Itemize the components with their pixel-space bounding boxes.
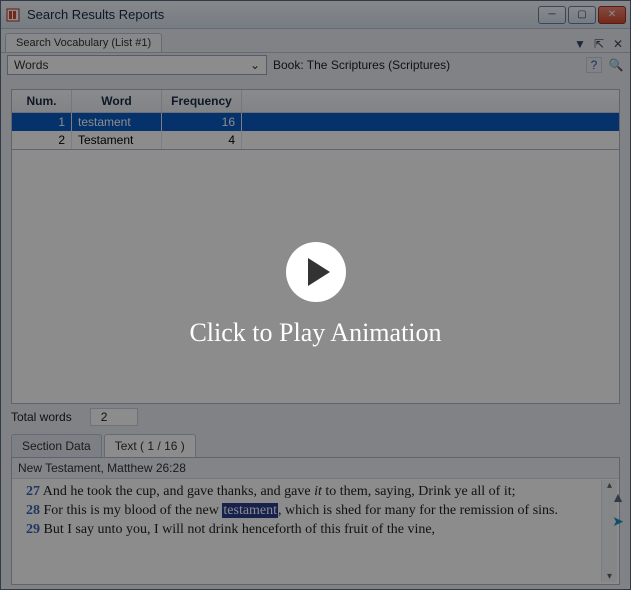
app-window: Search Results Reports ─ ▢ ✕ Search Voca… — [0, 0, 631, 590]
table-row[interactable]: 1 testament 16 — [12, 113, 619, 131]
book-label: Book: The Scriptures (Scriptures) — [273, 58, 450, 72]
tab-section-data[interactable]: Section Data — [11, 434, 102, 457]
minimize-button[interactable]: ─ — [538, 6, 566, 24]
verse-number: 28 — [26, 503, 40, 518]
cursor-icon[interactable]: ➤ — [609, 512, 627, 530]
preview-heading: New Testament, Matthew 26:28 — [12, 458, 619, 479]
table-header: Num. Word Frequency — [12, 90, 619, 113]
window-title: Search Results Reports — [27, 7, 538, 22]
th-word[interactable]: Word — [72, 90, 162, 112]
tab-search-vocabulary[interactable]: Search Vocabulary (List #1) — [5, 33, 162, 52]
maximize-button[interactable]: ▢ — [568, 6, 596, 24]
pin-icon[interactable]: ⇱ — [591, 36, 607, 52]
results-table: Num. Word Frequency 1 testament 16 2 Tes… — [11, 89, 620, 150]
toolbar: Words ⌄ Book: The Scriptures (Scriptures… — [1, 53, 630, 77]
preview-body[interactable]: 27 And he took the cup, and gave thanks,… — [12, 479, 619, 584]
help-icon[interactable]: ? — [586, 57, 602, 73]
dropdown-label: Words — [14, 58, 48, 72]
titlebar[interactable]: Search Results Reports ─ ▢ ✕ — [1, 1, 630, 29]
text-preview: New Testament, Matthew 26:28 27 And he t… — [11, 457, 620, 585]
search-icon[interactable]: 🔍 — [608, 57, 624, 73]
nav-up-icon[interactable]: ▲ — [609, 488, 627, 506]
highlighted-term: testament — [222, 503, 278, 518]
scroll-down-icon[interactable]: ▾ — [607, 571, 612, 582]
table-row[interactable]: 2 Testament 4 — [12, 131, 619, 149]
table-empty-area — [11, 150, 620, 404]
main-area: Num. Word Frequency 1 testament 16 2 Tes… — [1, 77, 630, 589]
verse-number: 27 — [26, 484, 40, 499]
th-num[interactable]: Num. — [12, 90, 72, 112]
bottom-tab-strip: Section Data Text ( 1 / 16 ) — [11, 434, 620, 457]
tab-strip: Search Vocabulary (List #1) ▼ ⇱ ✕ — [1, 29, 630, 53]
app-icon — [5, 7, 21, 23]
total-row: Total words 2 — [11, 404, 620, 430]
words-dropdown[interactable]: Words ⌄ — [7, 55, 267, 75]
chevron-down-icon: ⌄ — [250, 58, 260, 72]
verse-number: 29 — [26, 522, 40, 537]
dropdown-icon[interactable]: ▼ — [572, 36, 588, 52]
total-label: Total words — [11, 410, 72, 424]
total-value: 2 — [90, 408, 139, 426]
tab-text[interactable]: Text ( 1 / 16 ) — [104, 434, 196, 457]
tab-close-icon[interactable]: ✕ — [610, 36, 626, 52]
th-freq[interactable]: Frequency — [162, 90, 242, 112]
close-button[interactable]: ✕ — [598, 6, 626, 24]
